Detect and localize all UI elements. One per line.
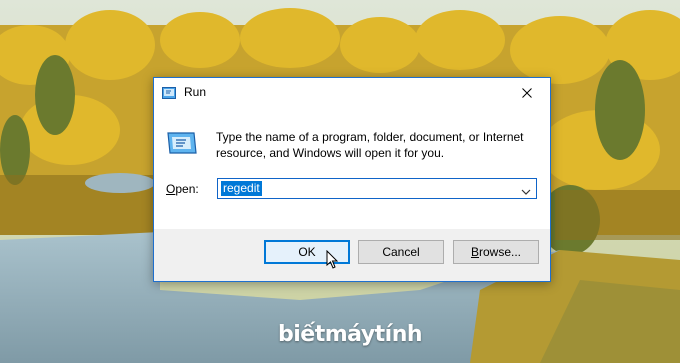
dialog-description: Type the name of a program, folder, docu… [216,130,524,160]
chevron-down-icon[interactable] [520,183,532,195]
watermark-logo: biếtmáytính [278,322,423,347]
close-icon [522,83,532,102]
browse-button[interactable]: Browse... [453,240,539,264]
title-bar[interactable]: Run [154,78,550,107]
run-app-icon [166,129,198,157]
open-label: Open: [166,182,199,196]
open-label-accesskey: O [166,182,176,196]
run-icon [162,85,178,99]
dialog-content: Type the name of a program, folder, docu… [154,107,550,229]
cancel-button[interactable]: Cancel [358,240,444,264]
open-input-value[interactable]: regedit [221,181,262,196]
browse-accesskey: B [470,245,479,259]
open-combobox[interactable]: regedit [217,178,537,199]
close-button[interactable] [504,78,550,107]
window-title: Run [184,85,207,99]
open-label-rest: pen: [175,182,199,196]
browse-label-rest: rowse... [479,245,522,259]
run-dialog: Run Type the name of a program, folder, … [153,77,551,282]
mouse-pointer-icon [326,249,340,270]
